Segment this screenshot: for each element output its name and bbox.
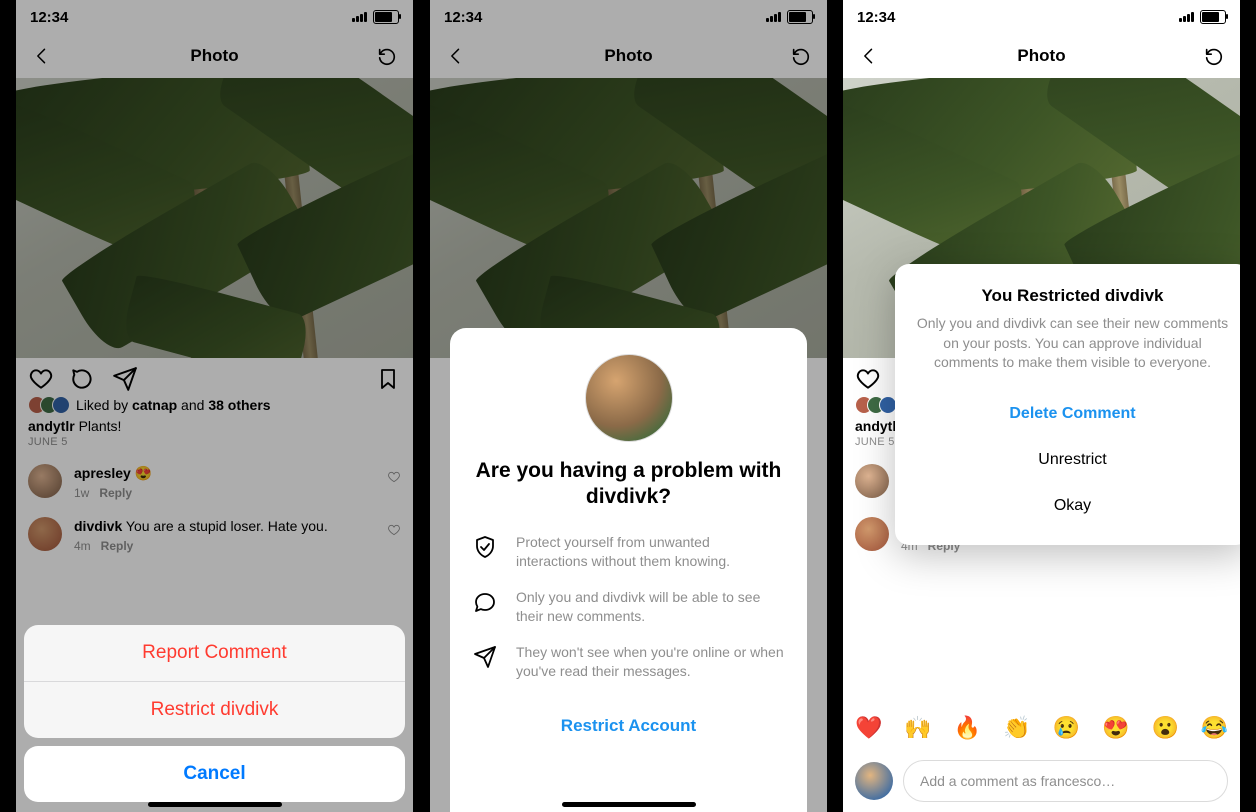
unrestrict-button[interactable]: Unrestrict	[913, 437, 1232, 483]
status-bar: 12:34	[843, 0, 1240, 34]
emoji-option[interactable]: 😮	[1151, 715, 1178, 741]
heart-icon	[855, 366, 881, 392]
signal-icon	[1179, 12, 1194, 22]
emoji-option[interactable]: 😂	[1201, 715, 1228, 741]
emoji-option[interactable]: 🙌	[904, 715, 931, 741]
restrict-user-button[interactable]: Restrict divdivk	[24, 681, 405, 738]
phone-screen-3: 12:34 Photo	[843, 0, 1240, 812]
delete-comment-button[interactable]: Delete Comment	[913, 391, 1232, 437]
phone-screen-2: 12:34 Photo Are you having a problem wit…	[430, 0, 827, 812]
feature-text: They won't see when you're online or whe…	[516, 643, 785, 682]
shield-icon	[472, 535, 498, 559]
undo-icon	[1203, 45, 1225, 67]
restrict-info-modal: Are you having a problem with divdivk? P…	[450, 328, 807, 812]
feature-row: Only you and divdivk will be able to see…	[472, 588, 785, 627]
restricted-confirm-modal: You Restricted divdivk Only you and divd…	[895, 264, 1240, 545]
emoji-option[interactable]: 🔥	[954, 715, 981, 741]
emoji-option[interactable]: 😢	[1053, 715, 1080, 741]
home-indicator[interactable]	[148, 802, 282, 807]
avatar[interactable]	[855, 517, 889, 551]
comment-input[interactable]: Add a comment as francesco…	[903, 760, 1228, 802]
home-indicator[interactable]	[562, 802, 696, 807]
avatar[interactable]	[855, 464, 889, 498]
report-comment-button[interactable]: Report Comment	[24, 625, 405, 681]
feature-row: They won't see when you're online or whe…	[472, 643, 785, 682]
emoji-option[interactable]: 😍	[1102, 715, 1129, 741]
back-button[interactable]	[853, 40, 885, 72]
liker-avatars	[855, 396, 897, 414]
nav-bar: Photo	[843, 34, 1240, 78]
comment-icon	[472, 590, 498, 614]
status-time: 12:34	[857, 9, 895, 26]
refresh-button[interactable]	[1198, 40, 1230, 72]
send-icon	[472, 645, 498, 669]
like-button[interactable]	[855, 366, 881, 392]
action-sheet: Report Comment Restrict divdivk Cancel	[24, 625, 405, 802]
restrict-account-button[interactable]: Restrict Account	[561, 716, 696, 736]
feature-row: Protect yourself from unwanted interacti…	[472, 533, 785, 572]
confirm-title: You Restricted divdivk	[913, 286, 1232, 306]
my-avatar[interactable]	[855, 762, 893, 800]
user-avatar	[585, 354, 673, 442]
nav-title: Photo	[885, 46, 1198, 66]
emoji-option[interactable]: 👏	[1003, 715, 1030, 741]
phone-screen-1: 12:34 Photo	[16, 0, 413, 812]
battery-icon	[1200, 10, 1226, 24]
cancel-button[interactable]: Cancel	[24, 746, 405, 802]
modal-title: Are you having a problem with divdivk?	[472, 458, 785, 511]
okay-button[interactable]: Okay	[913, 483, 1232, 529]
chevron-left-icon	[859, 46, 879, 66]
feature-text: Protect yourself from unwanted interacti…	[516, 533, 785, 572]
status-icons	[1179, 10, 1226, 24]
confirm-body: Only you and divdivk can see their new c…	[913, 314, 1232, 373]
emoji-option[interactable]: ❤️	[855, 715, 882, 741]
feature-text: Only you and divdivk will be able to see…	[516, 588, 785, 627]
emoji-quick-bar: ❤️ 🙌 🔥 👏 😢 😍 😮 😂	[843, 708, 1240, 748]
comment-composer: Add a comment as francesco…	[843, 760, 1240, 802]
